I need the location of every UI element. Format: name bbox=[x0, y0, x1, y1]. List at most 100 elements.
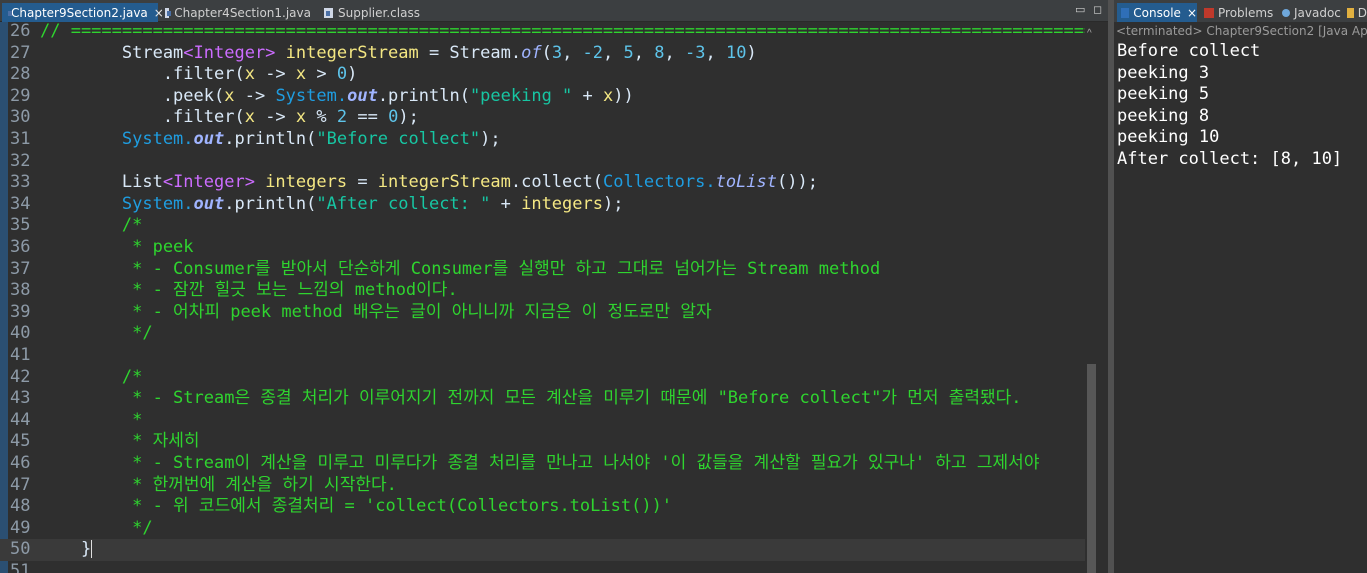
line-text: * bbox=[40, 410, 142, 432]
code-token: List bbox=[40, 172, 163, 193]
code-line[interactable]: 34 System.out.println("After collect: " … bbox=[0, 194, 1085, 216]
code-line[interactable]: 43 * - Stream은 종결 처리가 이루어지기 전까지 모든 계산을 미… bbox=[0, 388, 1085, 410]
code-token: % bbox=[306, 107, 337, 128]
code-token: x bbox=[244, 107, 255, 128]
code-editor[interactable]: 26 // ===================================… bbox=[0, 22, 1098, 573]
code-line[interactable]: 36 * peek bbox=[0, 237, 1085, 259]
close-icon[interactable]: × bbox=[1187, 6, 1197, 20]
code-line[interactable]: 47 * 한꺼번에 계산을 하기 시작한다. bbox=[0, 475, 1085, 497]
code-token: x bbox=[295, 107, 307, 128]
line-number: 40 bbox=[10, 323, 31, 344]
code-token: , bbox=[603, 42, 624, 63]
class-file-icon bbox=[324, 7, 333, 18]
code-token: ); bbox=[480, 129, 501, 149]
console-tab-bar: Console × Problems Javadoc D bbox=[1114, 0, 1367, 22]
minimize-icon[interactable]: ▭ bbox=[1075, 3, 1085, 16]
code-line[interactable]: 42 /* bbox=[0, 367, 1085, 389]
line-text: System.out.println("Before collect"); bbox=[40, 129, 501, 151]
line-number: 48 bbox=[10, 496, 31, 517]
code-token: * 자세히 bbox=[40, 431, 200, 452]
code-token: integers bbox=[521, 193, 603, 214]
code-token: integerStream bbox=[377, 172, 511, 193]
tab-label: Javadoc bbox=[1294, 5, 1341, 20]
tab-chapter4section1[interactable]: Chapter4Section1.java bbox=[161, 3, 311, 22]
line-number: 29 bbox=[10, 85, 31, 106]
code-line[interactable]: 32 bbox=[0, 151, 1085, 173]
code-token: // =====================================… bbox=[40, 22, 1098, 41]
code-token: 2 bbox=[336, 107, 348, 128]
code-line[interactable]: 37 * - Consumer를 받아서 단순하게 Consumer를 실행만 … bbox=[0, 259, 1085, 281]
code-line[interactable]: 50 } bbox=[0, 539, 1085, 561]
code-line[interactable]: 41 bbox=[0, 345, 1085, 367]
editor-pane: Chapter9Section2.java × Chapter4Section1… bbox=[0, 0, 1108, 573]
console-output[interactable]: Before collect peeking 3 peeking 5 peeking … bbox=[1114, 41, 1367, 171]
line-text: .filter(x -> x % 2 == 0); bbox=[40, 107, 419, 129]
line-text: */ bbox=[40, 323, 153, 345]
line-number: 32 bbox=[10, 150, 31, 171]
line-number: 42 bbox=[10, 366, 31, 387]
code-token: , bbox=[633, 42, 655, 63]
tab-chapter9section2[interactable]: Chapter9Section2.java × bbox=[2, 3, 164, 22]
code-token: * - Stream은 종결 처리가 이루어지기 전까지 모든 계산을 미루기 … bbox=[40, 388, 1022, 409]
console-line: peeking 3 bbox=[1117, 62, 1210, 83]
line-number: 41 bbox=[10, 345, 31, 365]
line-number: 44 bbox=[10, 409, 31, 430]
code-line[interactable]: 35 /* bbox=[0, 215, 1085, 237]
line-text: * - Stream이 계산을 미루고 미루다가 종결 처리를 만나고 나서야 … bbox=[40, 453, 1039, 475]
code-line[interactable]: 30 .filter(x -> x % 2 == 0); bbox=[0, 107, 1085, 129]
code-line[interactable]: 46 * - Stream이 계산을 미루고 미루다가 종결 처리를 만나고 나… bbox=[0, 453, 1085, 475]
tab-console[interactable]: Console × bbox=[1117, 3, 1197, 22]
line-text: /* bbox=[40, 367, 142, 389]
code-line[interactable]: 29 .peek(x -> System.out.println("peekin… bbox=[0, 86, 1085, 108]
code-token: of bbox=[521, 42, 542, 63]
tab-problems[interactable]: Problems bbox=[1200, 3, 1288, 22]
code-token: "After collect: " bbox=[316, 193, 491, 214]
line-text: * 한꺼번에 계산을 하기 시작한다. bbox=[40, 475, 397, 497]
code-line[interactable]: 39 * - 어차피 peek method 배우는 글이 아니니까 지금은 이… bbox=[0, 302, 1085, 324]
code-token: x bbox=[244, 64, 255, 85]
code-token: * bbox=[40, 409, 143, 430]
code-line[interactable]: 48 * - 위 코드에서 종결처리 = 'collect(Collectors… bbox=[0, 496, 1085, 518]
scrollbar-thumb[interactable] bbox=[1087, 364, 1096, 573]
code-token: .filter( bbox=[40, 64, 245, 85]
code-token: } bbox=[40, 539, 92, 560]
line-text: * 자세히 bbox=[40, 431, 200, 453]
tab-label: Supplier.class bbox=[338, 5, 420, 20]
maximize-icon[interactable]: ◻ bbox=[1093, 3, 1102, 16]
code-line[interactable]: 26 // ===================================… bbox=[0, 22, 1098, 43]
tab-supplier-class[interactable]: Supplier.class bbox=[320, 3, 440, 22]
editor-vertical-scrollbar[interactable]: ^ bbox=[1085, 22, 1098, 573]
line-text: // =====================================… bbox=[40, 22, 1098, 43]
code-token: System. bbox=[40, 193, 194, 214]
line-number: 50 bbox=[10, 539, 31, 560]
code-line[interactable]: 44 * bbox=[0, 410, 1085, 432]
code-token: .peek( bbox=[40, 85, 225, 106]
tab-declaration[interactable]: D bbox=[1343, 3, 1367, 22]
code-token: .println( bbox=[224, 129, 317, 149]
code-token: .println( bbox=[224, 193, 317, 214]
code-token: * 한꺼번에 계산을 하기 시작한다. bbox=[40, 474, 397, 495]
line-text: Stream<Integer> integerStream = Stream.o… bbox=[40, 43, 757, 65]
code-line[interactable]: 40 */ bbox=[0, 323, 1085, 345]
code-line[interactable]: 51 bbox=[0, 561, 1085, 573]
code-line[interactable]: 38 * - 잠깐 힐긋 보는 느낌의 method이다. bbox=[0, 280, 1085, 302]
console-pane: Console × Problems Javadoc D <terminated… bbox=[1114, 0, 1367, 573]
code-line[interactable]: 27 Stream<Integer> integerStream = Strea… bbox=[0, 43, 1085, 65]
code-line[interactable]: 28 .filter(x -> x > 0) bbox=[0, 64, 1085, 86]
code-token: 5 bbox=[623, 42, 634, 63]
code-line[interactable]: 45 * 자세히 bbox=[0, 431, 1085, 453]
code-token: -2 bbox=[582, 42, 604, 63]
line-number: 27 bbox=[10, 42, 31, 63]
code-token: ) bbox=[347, 64, 358, 85]
scroll-up-icon[interactable]: ^ bbox=[1087, 28, 1092, 39]
line-text: * - 위 코드에서 종결처리 = 'collect(Collectors.to… bbox=[40, 496, 672, 518]
code-token: System. bbox=[40, 129, 194, 149]
code-line[interactable]: 33 List<Integer> integers = integerStrea… bbox=[0, 172, 1085, 194]
line-number: 35 bbox=[10, 215, 31, 236]
code-token: */ bbox=[40, 323, 153, 344]
code-line[interactable]: 49 */ bbox=[0, 518, 1085, 540]
code-token: > bbox=[306, 64, 337, 85]
java-file-icon bbox=[165, 7, 172, 18]
code-line[interactable]: 31 System.out.println("Before collect"); bbox=[0, 129, 1085, 151]
console-line: peeking 8 bbox=[1117, 105, 1210, 126]
